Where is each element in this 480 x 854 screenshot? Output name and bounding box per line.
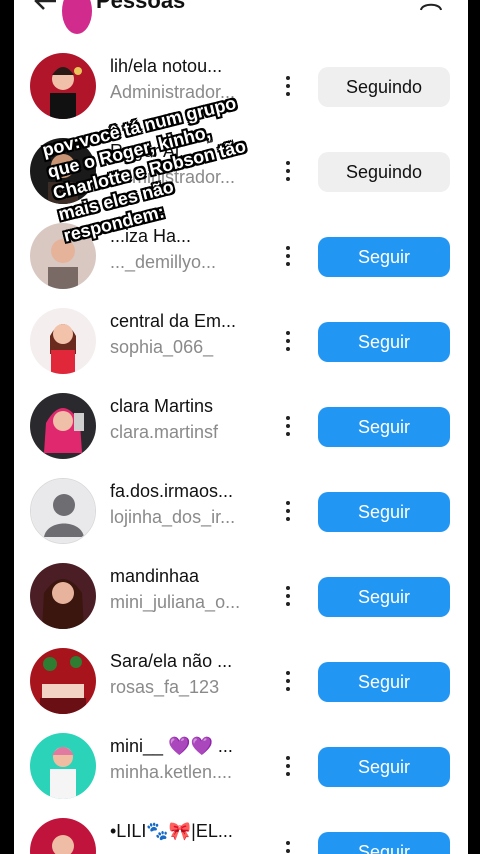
person-username: minha.ketlen.... — [110, 762, 233, 782]
follow-button[interactable]: Seguir — [318, 747, 450, 787]
more-options-icon[interactable] — [278, 837, 298, 854]
list-item[interactable]: mandinhaa mini_juliana_o... Seguir — [14, 554, 468, 639]
avatar — [30, 733, 96, 799]
follow-button[interactable]: Seguir — [318, 492, 450, 532]
follow-button[interactable]: Seguir — [318, 577, 450, 617]
follow-button[interactable]: Seguir — [318, 322, 450, 362]
more-options-icon[interactable] — [278, 412, 298, 440]
page-title: Pessoas — [96, 0, 186, 13]
more-options-icon[interactable] — [278, 242, 298, 270]
person-username: ..._demillyo... — [110, 252, 217, 272]
person-name: •LILI🐾🎀|EL... — [110, 821, 233, 841]
following-button[interactable]: Seguindo — [318, 67, 450, 107]
follow-button[interactable]: Seguir — [318, 237, 450, 277]
more-options-icon[interactable] — [278, 327, 298, 355]
avatar — [30, 563, 96, 629]
more-options-icon[interactable] — [278, 497, 298, 525]
list-item[interactable]: •LILI🐾🎀|EL... Seguir — [14, 809, 468, 854]
person-username: lojinha_dos_ir... — [110, 507, 236, 527]
person-username: rosas_fa_123 — [110, 677, 220, 697]
list-item[interactable]: Sara/ela não ... rosas_fa_123 Seguir — [14, 639, 468, 724]
avatar-partial — [62, 0, 92, 34]
list-item[interactable]: clara Martins clara.martinsf Seguir — [14, 384, 468, 469]
person-name: central da Em... — [110, 311, 237, 331]
more-options-icon[interactable] — [278, 667, 298, 695]
person-name: mandinhaa — [110, 566, 200, 586]
person-name: fa.dos.irmaos... — [110, 481, 234, 501]
avatar — [30, 308, 96, 374]
person-username: mini_juliana_o... — [110, 592, 241, 612]
more-options-icon[interactable] — [278, 752, 298, 780]
person-username: clara.martinsf — [110, 422, 219, 442]
person-username: sophia_066_ — [110, 337, 214, 357]
person-name: mini__ 💜💜 ... — [110, 736, 233, 756]
follow-button[interactable]: Seguir — [318, 662, 450, 702]
follow-button[interactable]: Seguir — [318, 407, 450, 447]
avatar — [30, 53, 96, 119]
person-name: clara Martins — [110, 396, 214, 416]
more-options-icon[interactable] — [278, 157, 298, 185]
add-person-icon[interactable] — [416, 0, 446, 14]
avatar — [30, 393, 96, 459]
person-name: lih/ela notou... — [110, 56, 223, 76]
back-arrow-icon[interactable] — [30, 0, 60, 16]
more-options-icon[interactable] — [278, 72, 298, 100]
avatar — [30, 478, 96, 544]
follow-button[interactable]: Seguir — [318, 832, 450, 854]
list-item[interactable]: mini__ 💜💜 ... minha.ketlen.... Seguir — [14, 724, 468, 809]
person-name: Sara/ela não ... — [110, 651, 233, 671]
avatar — [30, 818, 96, 854]
following-button[interactable]: Seguindo — [318, 152, 450, 192]
list-item[interactable]: central da Em... sophia_066_ Seguir — [14, 299, 468, 384]
list-item[interactable]: fa.dos.irmaos... lojinha_dos_ir... Segui… — [14, 469, 468, 554]
more-options-icon[interactable] — [278, 582, 298, 610]
avatar — [30, 648, 96, 714]
